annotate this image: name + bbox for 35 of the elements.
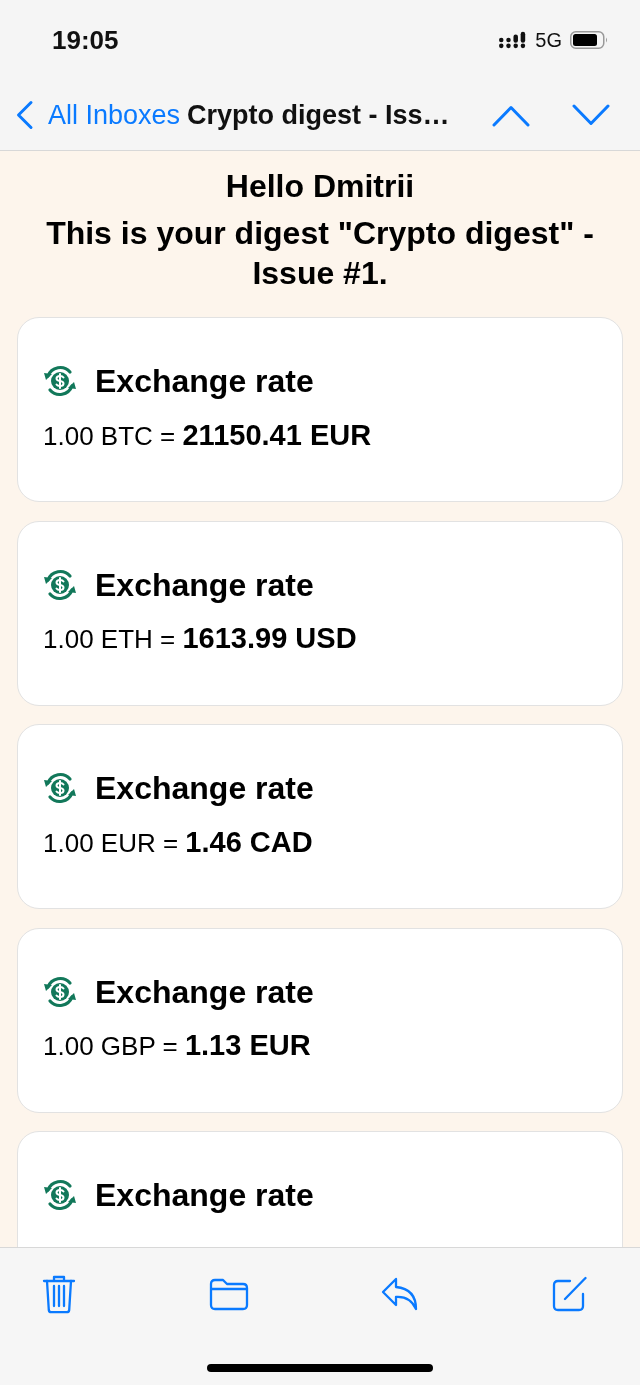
card-title: Exchange rate [95, 770, 314, 806]
compose-button[interactable] [551, 1276, 587, 1312]
compose-icon [551, 1276, 587, 1312]
currency-exchange-icon [43, 1178, 77, 1212]
trash-icon [42, 1274, 76, 1314]
digest-intro-text: This is your digest "Crypto digest" - Issue #1. [45, 214, 595, 293]
card-title: Exchange rate [95, 973, 314, 1010]
previous-message-button[interactable] [492, 103, 530, 127]
card-title: Exchange rate [95, 1177, 314, 1213]
greeting-text: Hello Dmitrii [225, 168, 415, 204]
card-title: Exchange rate [95, 566, 314, 603]
reply-button[interactable] [381, 1277, 420, 1311]
rate-text: 1.00 EUR = 1.46 CAD [43, 826, 313, 858]
reply-arrow-icon [381, 1277, 420, 1311]
chevron-down-icon [572, 103, 610, 127]
rate-text: 1.00 GBP = 1.13 EUR [43, 1030, 311, 1061]
currency-exchange-icon [43, 974, 77, 1009]
chevron-left-icon [15, 100, 34, 130]
battery-icon [570, 31, 608, 49]
back-button[interactable]: All Inboxes [15, 99, 181, 131]
network-label: 5G [535, 28, 562, 52]
currency-exchange-icon [43, 567, 77, 602]
chevron-up-icon [492, 103, 530, 127]
signal-icon [499, 31, 528, 49]
move-to-folder-button[interactable] [208, 1277, 249, 1311]
card-title: Exchange rate [95, 363, 314, 399]
email-subject-title: Crypto digest - Iss… [187, 99, 450, 131]
status-time: 19:05 [52, 25, 119, 55]
rate-text: 1.00 ETH = 1613.99 USD [43, 623, 357, 654]
currency-exchange-icon [43, 771, 77, 805]
next-message-button[interactable] [572, 103, 610, 127]
currency-exchange-icon [43, 364, 77, 398]
delete-button[interactable] [42, 1274, 76, 1314]
rate-text: 1.00 BTC = 21150.41 EUR [43, 419, 372, 451]
folder-icon [208, 1277, 249, 1311]
